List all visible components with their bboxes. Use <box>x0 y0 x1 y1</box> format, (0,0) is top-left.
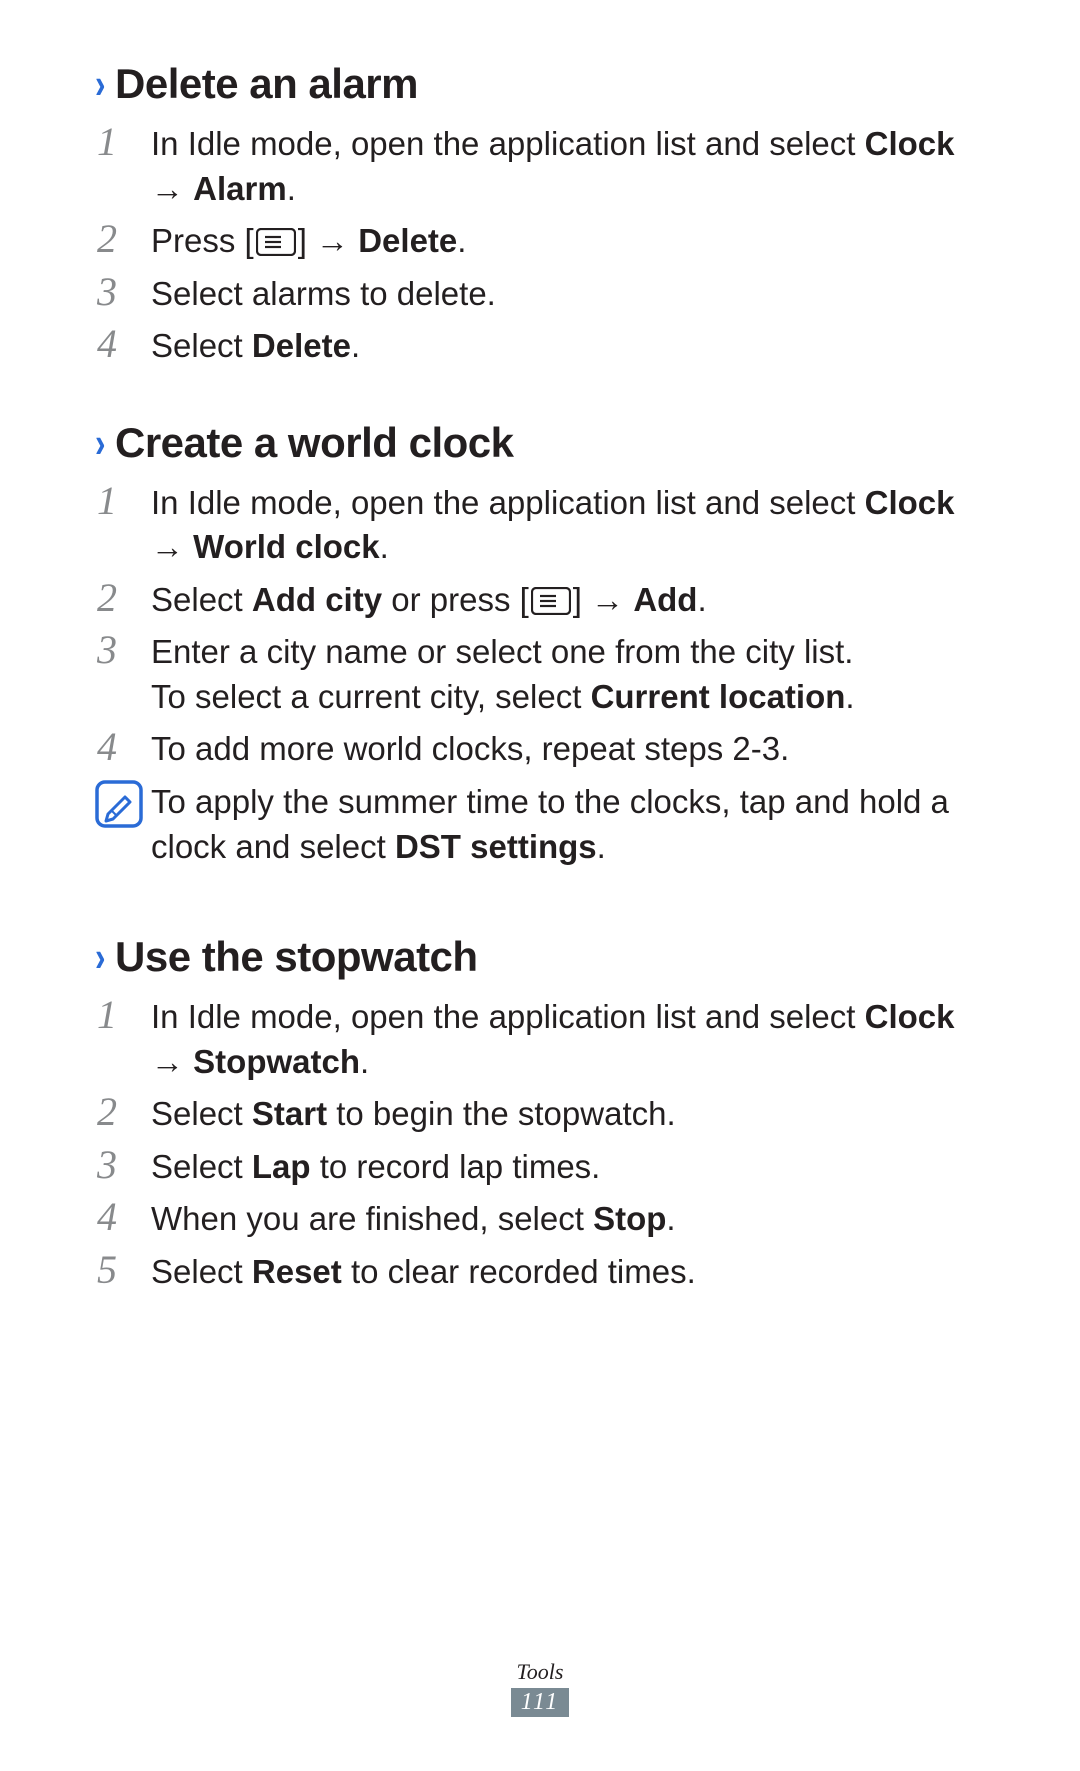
heading-text: Delete an alarm <box>115 60 418 108</box>
step-body: Select Add city or press [] → Add. <box>151 578 985 623</box>
step-item: 2 Press [] → Delete. <box>95 219 985 264</box>
step-number: 2 <box>95 217 151 261</box>
footer-category: Tools <box>0 1659 1080 1685</box>
step-number: 3 <box>95 270 151 314</box>
section-heading-delete-alarm: › Delete an alarm <box>95 60 985 108</box>
step-body: Press [] → Delete. <box>151 219 985 264</box>
step-number: 2 <box>95 576 151 620</box>
step-item: 4 To add more world clocks, repeat steps… <box>95 727 985 772</box>
step-item: 2 Select Start to begin the stopwatch. <box>95 1092 985 1137</box>
step-body: In Idle mode, open the application list … <box>151 995 985 1084</box>
step-list-stopwatch: 1 In Idle mode, open the application lis… <box>95 995 985 1294</box>
step-body: To add more world clocks, repeat steps 2… <box>151 727 985 772</box>
step-body: Select Lap to record lap times. <box>151 1145 985 1190</box>
step-body: Select Reset to clear recorded times. <box>151 1250 985 1295</box>
heading-text: Use the stopwatch <box>115 933 478 981</box>
step-body: Enter a city name or select one from the… <box>151 630 985 719</box>
step-item: 4 Select Delete. <box>95 324 985 369</box>
step-list-world-clock: 1 In Idle mode, open the application lis… <box>95 481 985 772</box>
step-item: 1 In Idle mode, open the application lis… <box>95 122 985 211</box>
step-body: In Idle mode, open the application list … <box>151 481 985 570</box>
step-body: In Idle mode, open the application list … <box>151 122 985 211</box>
step-number: 2 <box>95 1090 151 1134</box>
chevron-icon: › <box>95 422 106 464</box>
section-heading-world-clock: › Create a world clock <box>95 419 985 467</box>
step-number: 1 <box>95 120 151 164</box>
step-item: 3 Select alarms to delete. <box>95 272 985 317</box>
step-number: 5 <box>95 1248 151 1292</box>
step-item: 2 Select Add city or press [] → Add. <box>95 578 985 623</box>
heading-text: Create a world clock <box>115 419 514 467</box>
step-body: Select alarms to delete. <box>151 272 985 317</box>
step-item: 3 Enter a city name or select one from t… <box>95 630 985 719</box>
chevron-icon: › <box>95 936 106 978</box>
step-body: Select Start to begin the stopwatch. <box>151 1092 985 1137</box>
step-item: 1 In Idle mode, open the application lis… <box>95 481 985 570</box>
step-number: 3 <box>95 628 151 672</box>
note-icon <box>95 780 151 828</box>
step-number: 3 <box>95 1143 151 1187</box>
note-body: To apply the summer time to the clocks, … <box>151 780 985 869</box>
footer-page-number: 111 <box>511 1688 569 1717</box>
step-item: 4 When you are finished, select Stop. <box>95 1197 985 1242</box>
section-heading-stopwatch: › Use the stopwatch <box>95 933 985 981</box>
step-item: 5 Select Reset to clear recorded times. <box>95 1250 985 1295</box>
step-number: 4 <box>95 322 151 366</box>
step-body: Select Delete. <box>151 324 985 369</box>
step-list-delete-alarm: 1 In Idle mode, open the application lis… <box>95 122 985 369</box>
step-number: 4 <box>95 1195 151 1239</box>
note-row: To apply the summer time to the clocks, … <box>95 780 985 869</box>
chevron-icon: › <box>95 63 106 105</box>
step-number: 1 <box>95 993 151 1037</box>
page-footer: Tools 111 <box>0 1659 1080 1717</box>
step-body: When you are finished, select Stop. <box>151 1197 985 1242</box>
step-number: 4 <box>95 725 151 769</box>
menu-icon <box>256 228 296 256</box>
step-item: 1 In Idle mode, open the application lis… <box>95 995 985 1084</box>
step-item: 3 Select Lap to record lap times. <box>95 1145 985 1190</box>
step-number: 1 <box>95 479 151 523</box>
menu-icon <box>531 587 571 615</box>
